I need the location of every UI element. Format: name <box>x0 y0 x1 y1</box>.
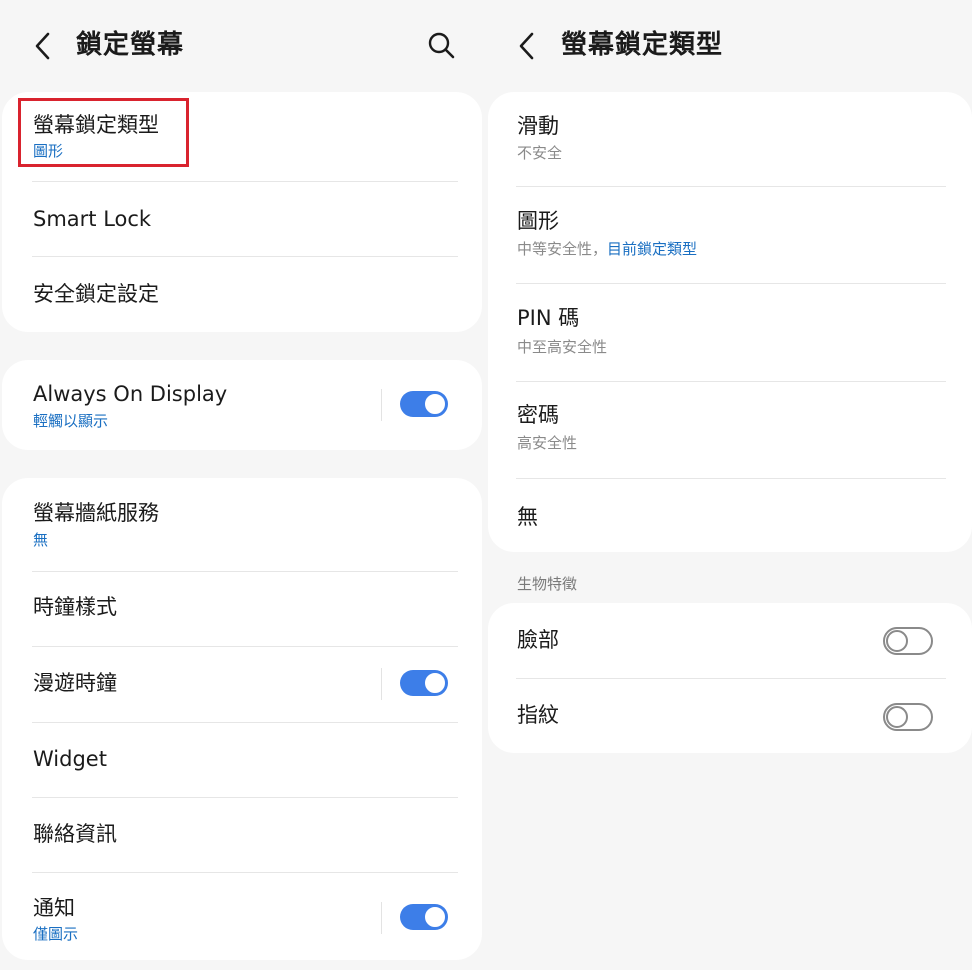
smart-lock-label: Smart Lock <box>33 207 152 231</box>
toggle-separator <box>381 668 382 700</box>
roaming-clock-label: 漫遊時鐘 <box>33 671 117 695</box>
notifications-item[interactable]: 通知 僅圖示 <box>2 873 482 960</box>
lock-option-label: 密碼 <box>517 403 559 427</box>
notifications-sub: 僅圖示 <box>33 925 79 943</box>
chevron-left-icon <box>519 32 534 60</box>
clock-style-item[interactable]: 時鐘樣式 <box>2 572 482 647</box>
page-title: 螢幕鎖定類型 <box>561 30 724 60</box>
lock-option-sub-text: 中等安全性， <box>517 240 608 258</box>
back-button[interactable] <box>511 29 541 63</box>
aod-card: Always On Display 輕觸以顯示 <box>2 360 482 450</box>
lock-option-sub: 中至高安全性 <box>517 338 608 356</box>
biometric-face-toggle[interactable] <box>883 627 933 655</box>
screen-lock-type-header: 螢幕鎖定類型 <box>486 0 972 90</box>
search-button[interactable] <box>426 30 458 62</box>
always-on-display-item[interactable]: Always On Display 輕觸以顯示 <box>2 360 482 450</box>
screen-lock-type-panel: 螢幕鎖定類型 滑動 不安全 圖形 中等安全性，目前鎖定類型 PIN 碼 中至高安… <box>486 0 972 970</box>
chevron-left-icon <box>35 32 50 60</box>
back-button[interactable] <box>27 29 57 63</box>
lock-screen-header: 鎖定螢幕 <box>0 0 486 90</box>
lock-option-sub: 高安全性 <box>517 434 578 452</box>
lock-option-sub: 不安全 <box>517 144 563 162</box>
wallpaper-services-value: 無 <box>33 531 49 549</box>
widget-item[interactable]: Widget <box>2 723 482 798</box>
lock-option-pin[interactable]: PIN 碼 中至高安全性 <box>488 284 972 381</box>
lock-option-password[interactable]: 密碼 高安全性 <box>488 382 972 478</box>
search-icon <box>428 32 455 59</box>
biometric-face-item[interactable]: 臉部 <box>488 603 972 678</box>
roaming-clock-toggle[interactable] <box>400 670 448 696</box>
secure-lock-settings-item[interactable]: 安全鎖定設定 <box>2 257 482 332</box>
annotation-highlight-box <box>18 98 189 167</box>
contact-info-item[interactable]: 聯絡資訊 <box>2 798 482 873</box>
current-lock-type-label: 目前鎖定類型 <box>607 240 698 258</box>
lock-screen-extras-card: 螢幕牆紙服務 無 時鐘樣式 漫遊時鐘 Widget 聯絡資訊 通知 僅圖示 <box>2 478 482 960</box>
always-on-display-sub: 輕觸以顯示 <box>33 412 109 430</box>
lock-option-label: PIN 碼 <box>517 306 580 330</box>
biometrics-card: 臉部 指紋 <box>488 603 972 753</box>
page-title: 鎖定螢幕 <box>76 30 185 60</box>
notifications-label: 通知 <box>33 896 75 920</box>
toggle-separator <box>381 389 382 421</box>
biometrics-section-header: 生物特徵 <box>517 575 578 593</box>
biometric-face-label: 臉部 <box>517 628 559 652</box>
clock-style-label: 時鐘樣式 <box>33 595 117 619</box>
lock-option-swipe[interactable]: 滑動 不安全 <box>488 92 972 186</box>
lock-option-label: 滑動 <box>517 114 559 138</box>
contact-info-label: 聯絡資訊 <box>33 822 117 846</box>
biometric-fingerprint-label: 指紋 <box>517 703 559 727</box>
lock-option-label: 圖形 <box>517 209 559 233</box>
lock-type-options-card: 滑動 不安全 圖形 中等安全性，目前鎖定類型 PIN 碼 中至高安全性 密碼 高… <box>488 92 972 552</box>
widget-label: Widget <box>33 747 107 771</box>
roaming-clock-item[interactable]: 漫遊時鐘 <box>2 647 482 722</box>
smart-lock-item[interactable]: Smart Lock <box>2 182 482 257</box>
always-on-display-toggle[interactable] <box>400 391 448 417</box>
lock-option-pattern[interactable]: 圖形 中等安全性，目前鎖定類型 <box>488 187 972 283</box>
lock-screen-panel: 鎖定螢幕 螢幕鎖定類型 圖形 Smart Lock 安全鎖定設定 Always … <box>0 0 486 970</box>
wallpaper-services-label: 螢幕牆紙服務 <box>33 501 159 525</box>
lock-option-label: 無 <box>517 505 538 529</box>
notifications-toggle[interactable] <box>400 904 448 930</box>
always-on-display-label: Always On Display <box>33 382 228 406</box>
lock-option-sub: 中等安全性，目前鎖定類型 <box>517 239 697 259</box>
toggle-separator <box>381 902 382 934</box>
wallpaper-services-item[interactable]: 螢幕牆紙服務 無 <box>2 478 482 571</box>
secure-lock-settings-label: 安全鎖定設定 <box>33 282 159 306</box>
biometric-fingerprint-toggle[interactable] <box>883 703 933 731</box>
lock-option-none[interactable]: 無 <box>488 479 972 552</box>
biometric-fingerprint-item[interactable]: 指紋 <box>488 679 972 753</box>
